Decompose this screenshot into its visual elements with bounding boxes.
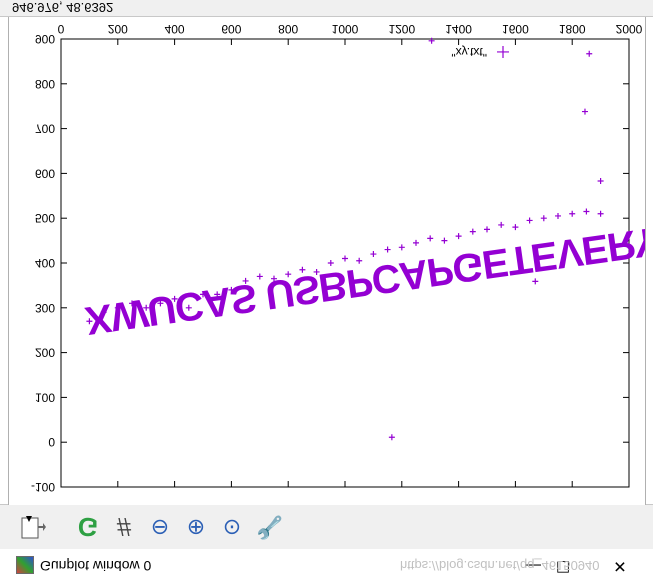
gnuplot-window: Gunplot window 0 — ☐ ✕ https://blog.csdn… (0, 0, 653, 581)
data-point (484, 226, 490, 233)
y-tick-label: 200 (35, 346, 55, 360)
data-point (526, 217, 533, 224)
data-point (498, 221, 505, 228)
x-tick-label: 1800 (559, 22, 586, 36)
data-point (469, 228, 476, 235)
y-tick-label: 400 (35, 256, 55, 270)
data-point (398, 244, 405, 251)
y-tick-label: 500 (35, 211, 55, 225)
data-point (455, 233, 462, 240)
status-bar: 946.976, 48.6392 (0, 0, 653, 17)
y-tick-label: 700 (35, 122, 55, 136)
x-tick-label: 400 (165, 22, 185, 36)
title-bar[interactable]: Gunplot window 0 — ☐ ✕ https://blog.csdn… (0, 548, 653, 581)
zoom-in-button[interactable]: ⊕ (182, 512, 210, 542)
close-button[interactable]: ✕ (605, 553, 635, 577)
unzoom-button[interactable]: ⊙ (218, 512, 246, 542)
copy-icon (21, 516, 46, 539)
x-tick-label: 200 (108, 22, 128, 36)
x-tick-label: 1200 (388, 22, 415, 36)
data-point (597, 178, 604, 185)
data-point (370, 251, 377, 258)
copy-to-clipboard-icon[interactable] (18, 512, 46, 542)
gnuplot-app-icon (16, 556, 34, 574)
window-title: Gunplot window 0 (40, 558, 152, 574)
data-point (583, 208, 590, 215)
y-tick-label: 900 (35, 32, 55, 46)
data-point (413, 239, 419, 246)
y-tick-label: 100 (35, 390, 55, 404)
x-tick-label: 1000 (332, 22, 359, 36)
watermark: https://blog.csdn.net/qq_46150940 (400, 558, 600, 573)
y-tick-label: -100 (31, 480, 55, 494)
data-point (427, 235, 434, 242)
data-point (388, 434, 395, 441)
data-point (597, 210, 604, 217)
zoom-out-button[interactable]: ⊖ (146, 512, 174, 542)
cursor-coordinates: 946.976, 48.6392 (12, 0, 114, 15)
data-point (512, 224, 519, 231)
grid-toggle-button[interactable]: # (110, 512, 138, 542)
y-tick-label: 800 (35, 77, 55, 91)
replot-button[interactable]: G (74, 512, 102, 542)
plotted-text-annotation: XWUCAS USBPCAPGETEVERYTHING (82, 202, 645, 343)
options-wrench-icon[interactable]: 🔧 (256, 512, 284, 542)
x-tick-label: 2000 (616, 22, 643, 36)
x-tick-label: 0 (58, 22, 65, 36)
data-point (342, 255, 348, 262)
y-tick-label: 300 (35, 301, 55, 315)
data-point (586, 50, 593, 57)
legend-label: "xy.txt" (451, 45, 487, 59)
data-point (384, 246, 391, 253)
x-tick-label: 800 (278, 22, 298, 36)
toolbar: G # ⊖ ⊕ ⊙ 🔧 (0, 504, 653, 549)
y-tick-label: 0 (48, 435, 55, 449)
data-point (569, 210, 576, 217)
x-tick-label: 600 (221, 22, 241, 36)
x-tick-label: 1600 (502, 22, 529, 36)
data-point (555, 212, 561, 219)
y-tick-label: 600 (35, 166, 55, 180)
legend-marker (497, 45, 509, 58)
x-tick-label: 1400 (445, 22, 472, 36)
data-point (581, 108, 588, 115)
scatter-plot[interactable]: 0 200 400 600 800 1000 1200 1400 1600 1800 2000-10… (9, 17, 653, 505)
data-point (540, 215, 547, 222)
data-point (441, 237, 448, 244)
plot-area[interactable]: 0 200 400 600 800 1000 1200 1400 1600 1800 2000 -10… (8, 16, 653, 505)
